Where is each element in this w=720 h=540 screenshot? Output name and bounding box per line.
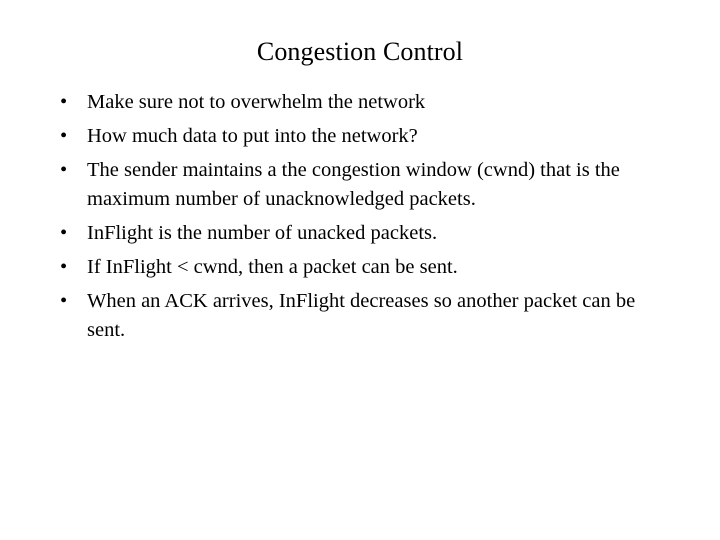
bullet-point-icon: • (60, 159, 68, 181)
list-item: • Make sure not to overwhelm the network (56, 88, 668, 117)
list-item-label: Make sure not to overwhelm the network (87, 91, 426, 113)
bullet-point-icon: • (60, 125, 68, 147)
bullet-point-icon: • (60, 222, 68, 245)
list-item: • When an ACK arrives, InFlight decrease… (56, 287, 668, 345)
list-item-label: When an ACK arrives, InFlight decreases … (87, 290, 636, 342)
page-title: Congestion Control (256, 37, 464, 67)
presentation-slide: Congestion Control • Make sure not to ov… (0, 0, 720, 540)
bullet-point-icon: • (60, 290, 68, 313)
list-item-label: InFlight is the number of unacked packet… (87, 222, 438, 245)
bullet-point-icon: • (60, 256, 68, 279)
bullet-list: • Make sure not to overwhelm the network… (56, 88, 668, 346)
list-item: • If InFlight < cwnd, then a packet can … (56, 253, 668, 282)
list-item-label: If InFlight < cwnd, then a packet can be… (87, 256, 458, 279)
list-item-label: How much data to put into the network? (87, 125, 418, 147)
list-item: • The sender maintains a the congestion … (56, 156, 668, 214)
bullet-point-icon: • (60, 91, 68, 113)
list-item: • How much data to put into the network? (56, 122, 668, 151)
list-item: • InFlight is the number of unacked pack… (56, 219, 668, 248)
slide-body: • Make sure not to overwhelm the network… (56, 88, 668, 346)
list-item-label: The sender maintains a the congestion wi… (87, 159, 620, 211)
